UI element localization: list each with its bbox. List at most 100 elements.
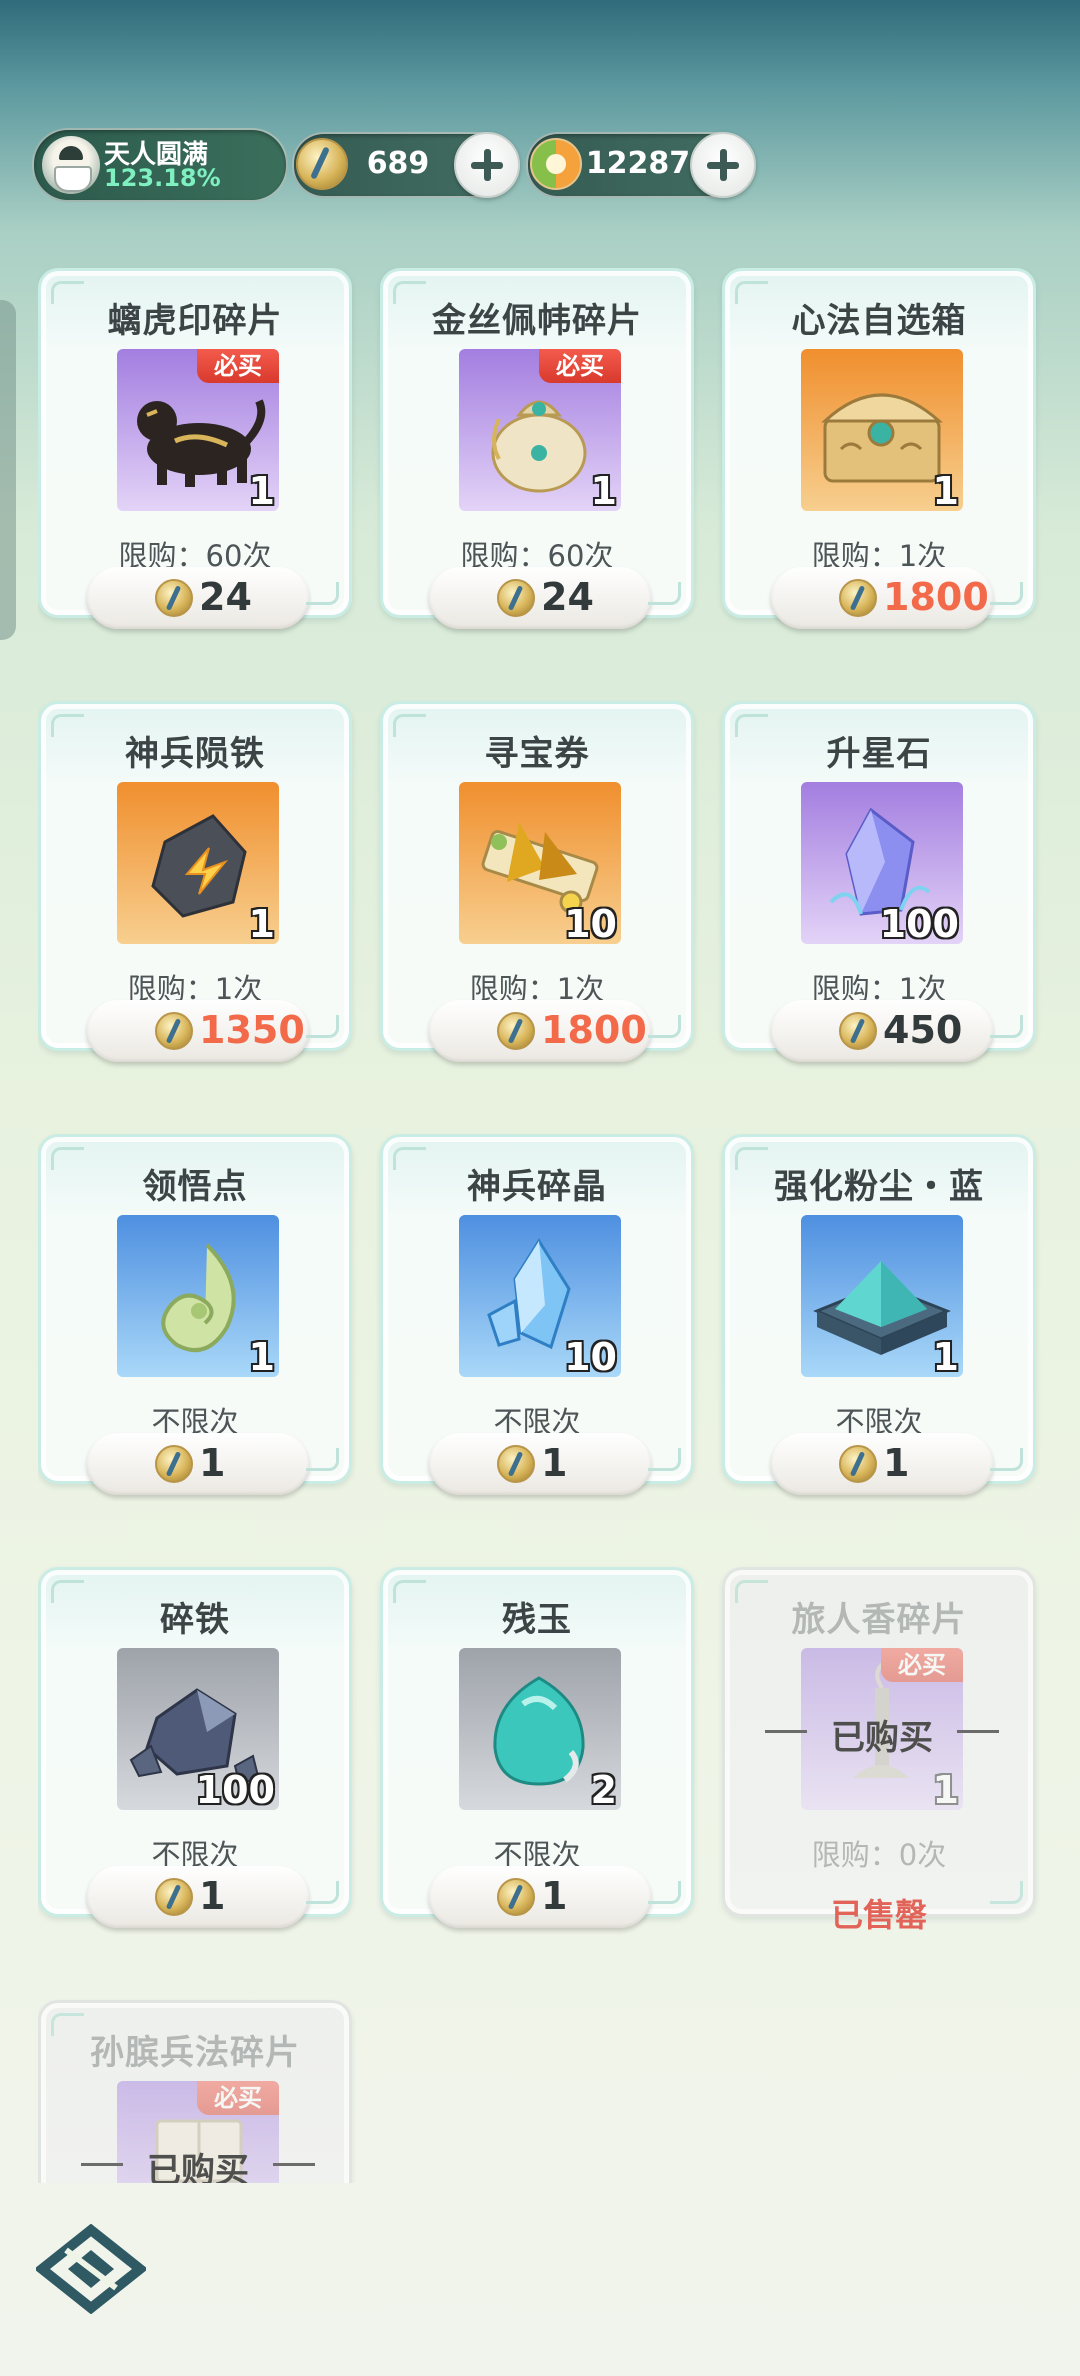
item-count: 1 xyxy=(932,1335,959,1377)
coin-icon xyxy=(497,1878,535,1916)
coin-icon xyxy=(497,1445,535,1483)
coin-currency: 689 xyxy=(292,132,520,198)
coin-icon xyxy=(155,579,193,617)
item-name: 强化粉尘・蓝 xyxy=(774,1167,984,1207)
coin-amount: 689 xyxy=(366,146,430,181)
coin-icon xyxy=(155,1445,193,1483)
must-buy-badge: 必买 xyxy=(881,1648,963,1682)
jade-coin-icon xyxy=(530,138,582,190)
item-name: 升星石 xyxy=(826,734,932,774)
item-count: 100 xyxy=(879,902,959,944)
shop-item-card[interactable]: 碎铁 100 不限次 1 xyxy=(38,1567,352,1928)
shop-grid: 螭虎印碎片 必买 1 限购：60次 24 金丝佩帏碎片 必买 1 限购：60次 … xyxy=(38,268,1048,2183)
buy-button[interactable]: 1 xyxy=(771,1433,993,1495)
item-count: 100 xyxy=(195,1768,275,1810)
price: 24 xyxy=(541,575,594,619)
item-image: 100 xyxy=(117,1648,279,1810)
buy-button[interactable]: 1 xyxy=(87,1866,309,1928)
item-count: 1 xyxy=(248,902,275,944)
price: 1 xyxy=(199,1874,226,1918)
buy-button[interactable]: 1800 xyxy=(429,1000,651,1062)
sold-out-label: 已售罄 xyxy=(830,1896,927,1934)
item-name: 金丝佩帏碎片 xyxy=(432,301,642,341)
purchased-label: 已购买 xyxy=(765,1710,999,1759)
item-count: 1 xyxy=(932,1768,959,1810)
buy-button[interactable]: 1 xyxy=(87,1433,309,1495)
coin-icon xyxy=(839,1012,877,1050)
item-count: 10 xyxy=(564,1335,617,1377)
item-image: 100 xyxy=(801,782,963,944)
coin-icon xyxy=(839,1445,877,1483)
item-count: 1 xyxy=(248,1335,275,1377)
realm-badge[interactable]: 天人圆满 123.18% xyxy=(32,128,288,202)
shop-item-card[interactable]: 神兵陨铁 1 限购：1次 1350 xyxy=(38,701,352,1062)
shop-item-card[interactable]: 心法自选箱 1 限购：1次 1800 xyxy=(722,268,1036,629)
shop-item-card[interactable]: 残玉 2 不限次 1 xyxy=(380,1567,694,1928)
shop-item-card[interactable]: 领悟点 1 不限次 1 xyxy=(38,1134,352,1495)
price: 1 xyxy=(883,1441,910,1485)
item-image: 1 xyxy=(117,1215,279,1377)
item-image: 10 xyxy=(459,1215,621,1377)
must-buy-badge: 必买 xyxy=(539,349,621,383)
add-jade-button[interactable] xyxy=(690,132,756,198)
shop-item-card[interactable]: 强化粉尘・蓝 1 不限次 1 xyxy=(722,1134,1036,1495)
coin-icon xyxy=(155,1012,193,1050)
item-name: 神兵碎晶 xyxy=(467,1167,607,1207)
item-image: 2 xyxy=(459,1648,621,1810)
coin-icon xyxy=(155,1878,193,1916)
item-name: 神兵陨铁 xyxy=(125,734,265,774)
item-image: 1 xyxy=(117,782,279,944)
item-name: 残玉 xyxy=(502,1600,572,1640)
item-count: 1 xyxy=(590,469,617,511)
shop-item-card[interactable]: 寻宝券 10 限购：1次 1800 xyxy=(380,701,694,1062)
game-logo-icon[interactable] xyxy=(36,2224,146,2314)
item-name: 领悟点 xyxy=(142,1167,248,1207)
item-name: 寻宝券 xyxy=(484,734,590,774)
side-drawer-handle[interactable] xyxy=(0,300,16,640)
price: 1 xyxy=(541,1874,568,1918)
price: 24 xyxy=(199,575,252,619)
buy-button[interactable]: 1350 xyxy=(87,1000,309,1062)
item-name: 孙膑兵法碎片 xyxy=(90,2033,300,2073)
item-image: 必买 1 xyxy=(117,349,279,511)
add-coin-button[interactable] xyxy=(454,132,520,198)
buy-button[interactable]: 1 xyxy=(429,1433,651,1495)
shop-item-card[interactable]: 神兵碎晶 10 不限次 1 xyxy=(380,1134,694,1495)
price: 1 xyxy=(541,1441,568,1485)
item-count: 10 xyxy=(564,902,617,944)
shop-item-card[interactable]: 升星石 100 限购：1次 450 xyxy=(722,701,1036,1062)
shop-item-card[interactable]: 螭虎印碎片 必买 1 限购：60次 24 xyxy=(38,268,352,629)
coin-icon xyxy=(497,1012,535,1050)
price: 1800 xyxy=(883,575,989,619)
item-image: 10 xyxy=(459,782,621,944)
price: 1800 xyxy=(541,1008,647,1052)
avatar-icon xyxy=(42,136,100,194)
item-image: 1 xyxy=(801,1215,963,1377)
purchase-limit: 限购：0次 xyxy=(811,1838,947,1872)
buy-button[interactable]: 450 xyxy=(771,1000,993,1062)
buy-button[interactable]: 24 xyxy=(87,567,309,629)
shop-item-card-soldout: 旅人香碎片 必买 1 已购买 限购：0次 已售罄 xyxy=(722,1567,1036,1934)
buy-button[interactable]: 1 xyxy=(429,1866,651,1928)
price: 1350 xyxy=(199,1008,305,1052)
price: 1 xyxy=(199,1441,226,1485)
item-image: 1 xyxy=(801,349,963,511)
must-buy-badge: 必买 xyxy=(197,2081,279,2115)
item-image: 必买 1 xyxy=(459,349,621,511)
price: 450 xyxy=(883,1008,963,1052)
shop-item-card-soldout: 孙膑兵法碎片 必买 已购买 xyxy=(38,2000,352,2183)
coin-icon xyxy=(296,138,348,190)
item-name: 螭虎印碎片 xyxy=(107,301,283,341)
item-name: 心法自选箱 xyxy=(791,301,967,341)
purchased-label: 已购买 xyxy=(81,2143,315,2183)
item-count: 1 xyxy=(932,469,959,511)
shop-item-card[interactable]: 金丝佩帏碎片 必买 1 限购：60次 24 xyxy=(380,268,694,629)
item-count: 1 xyxy=(248,469,275,511)
buy-button[interactable]: 24 xyxy=(429,567,651,629)
jade-amount: 12287 xyxy=(585,146,691,181)
realm-progress: 123.18% xyxy=(104,164,221,192)
buy-button[interactable]: 1800 xyxy=(771,567,993,629)
jade-currency: 12287 xyxy=(526,132,756,198)
item-name: 旅人香碎片 xyxy=(791,1600,967,1640)
coin-icon xyxy=(839,579,877,617)
